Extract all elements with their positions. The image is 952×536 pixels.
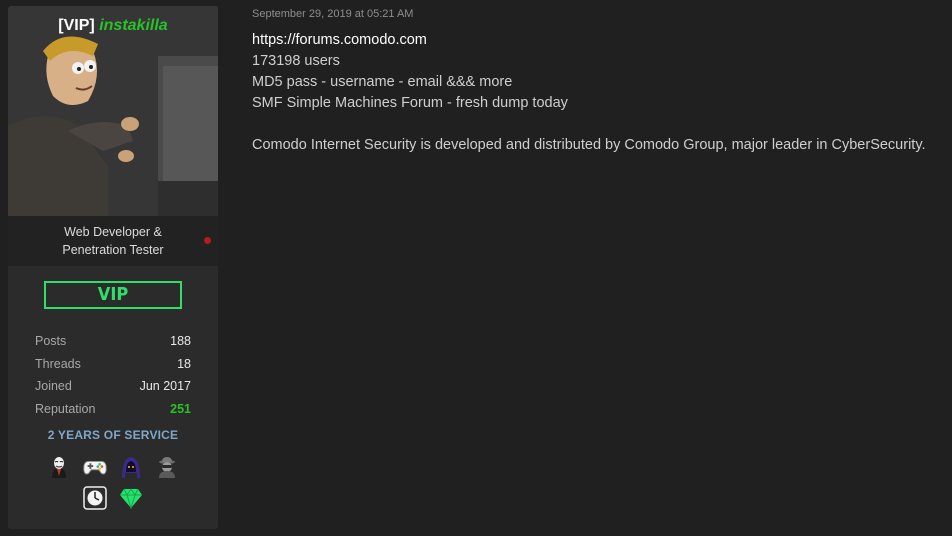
user-title: Web Developer & Penetration Tester [8,216,218,266]
diamond-icon[interactable] [119,486,143,510]
stat-label: Posts [35,334,67,349]
user-title-line2: Penetration Tester [62,243,164,257]
award-row [8,486,218,510]
username-text[interactable]: instakilla [99,17,167,34]
rank-tag: [VIP] [58,17,95,34]
post-line: 173198 users [252,53,340,69]
spy-icon[interactable] [155,455,179,479]
user-title-line1: Web Developer & [64,225,162,239]
post-timestamp[interactable]: September 29, 2019 at 05:21 AM [252,8,413,20]
stat-value[interactable]: 18 [177,357,191,371]
stat-row-posts: Posts 188 [35,330,191,353]
user-stats: Posts 188 Threads 18 Joined Jun 2017 Rep… [35,330,191,420]
post-line: MD5 pass - username - email &&& more [252,74,513,90]
offline-status-dot [204,237,211,244]
avatar-illustration [8,6,218,216]
post-line: Comodo Internet Security is developed an… [252,137,926,153]
years-of-service: 2 YEARS OF SERVICE [47,428,179,442]
clock-icon[interactable] [83,486,107,510]
stat-row-threads: Threads 18 [35,353,191,376]
awards [8,455,218,517]
stat-row-joined: Joined Jun 2017 [35,375,191,398]
user-profile-card: [VIP] instakilla Web Developer & Penetra… [8,6,218,529]
stat-row-reputation: Reputation 251 [35,398,191,421]
anonymous-mask-icon[interactable] [47,455,71,479]
stat-value: Jun 2017 [139,379,191,394]
hooded-hacker-icon[interactable] [119,455,143,479]
stat-label: Joined [35,379,72,394]
post-line: SMF Simple Machines Forum - fresh dump t… [252,95,568,111]
stat-label: Reputation [35,401,96,416]
post-blank-line [252,114,926,135]
gamepad-icon[interactable] [83,455,107,479]
vip-badge: VIP [44,281,182,309]
avatar[interactable]: [VIP] instakilla [8,6,218,216]
stat-value[interactable]: 251 [170,402,191,416]
stat-value[interactable]: 188 [170,334,191,348]
username[interactable]: [VIP] instakilla [8,17,218,35]
post-link[interactable]: https://forums.comodo.com [252,30,926,51]
post-body: https://forums.comodo.com 173198 users M… [252,30,926,156]
stat-label: Threads [35,356,81,371]
award-row [8,455,218,479]
